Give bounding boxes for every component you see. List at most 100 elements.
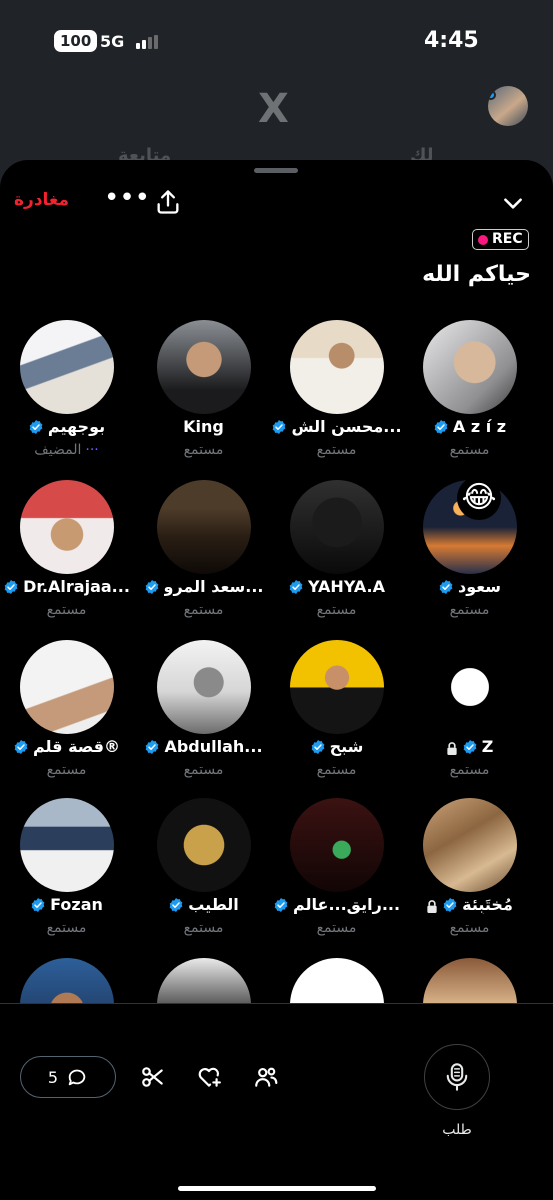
- leave-button[interactable]: مغادرة: [14, 190, 69, 210]
- participant-name: YAHYA.A: [307, 577, 386, 596]
- participant-card[interactable]: 😂 سعود مستمع: [403, 476, 536, 640]
- participant-name: شبح: [329, 737, 364, 756]
- avatar[interactable]: [157, 798, 251, 892]
- avatar[interactable]: م: [290, 958, 384, 1003]
- participant-role: مستمع: [137, 602, 270, 618]
- participant-name: سعود: [457, 577, 501, 596]
- request-label: طلب: [442, 1122, 472, 1138]
- comments-count: 5: [47, 1067, 59, 1087]
- participant-card[interactable]: سعد المرو... مستمع: [137, 480, 270, 640]
- status-bar: 100 5G 4:45: [0, 0, 553, 80]
- role-text: المضيف: [34, 442, 82, 458]
- verified-badge-icon: [462, 739, 478, 755]
- verified-badge-icon: [28, 419, 44, 435]
- verified-badge-icon: [168, 897, 184, 913]
- participant-role: مستمع: [403, 442, 536, 458]
- participant-name: Dr.Alrajaa...: [23, 577, 130, 596]
- participant-name: قصة قلم®: [32, 737, 121, 756]
- comment-icon: [68, 1069, 86, 1086]
- avatar[interactable]: [20, 320, 114, 414]
- participant-role: مستمع: [0, 920, 133, 936]
- heart-plus-icon[interactable]: [196, 1064, 222, 1090]
- profile-avatar[interactable]: [488, 86, 528, 126]
- avatar[interactable]: [20, 480, 114, 574]
- microphone-icon: [446, 1063, 468, 1091]
- role-text: مستمع: [316, 602, 357, 618]
- sheet-grabber[interactable]: [254, 168, 298, 173]
- participant-card[interactable]: A z í z مستمع: [403, 320, 536, 480]
- participant-card[interactable]: Z مستمع: [403, 640, 536, 800]
- comments-button[interactable]: 5: [20, 1056, 116, 1098]
- participant-name-row: King: [137, 417, 270, 436]
- participant-card[interactable]: رايق...عالم... مستمع: [270, 798, 403, 958]
- avatar[interactable]: [423, 640, 517, 734]
- avatar[interactable]: [157, 640, 251, 734]
- participants-grid: A z í z مستمع محسن الش... مستمع King مستمع بوج…: [0, 320, 553, 1003]
- more-icon[interactable]: •••: [104, 185, 150, 216]
- avatar[interactable]: [20, 798, 114, 892]
- participant-role: مستمع: [403, 762, 536, 778]
- avatar[interactable]: [423, 798, 517, 892]
- network-label: 5G: [100, 32, 125, 51]
- role-text: مستمع: [316, 762, 357, 778]
- avatar[interactable]: [423, 320, 517, 414]
- role-text: مستمع: [449, 602, 490, 618]
- space-title: حياكم الله: [422, 262, 531, 287]
- x-logo-icon: X: [258, 86, 289, 132]
- participant-name-row: Fozan: [0, 895, 133, 914]
- participant-card[interactable]: قصة قلم® مستمع: [0, 640, 133, 800]
- participant-card[interactable]: شبح مستمع: [270, 640, 403, 800]
- participant-card[interactable]: YAHYA.A مستمع: [270, 480, 403, 640]
- verified-badge-icon: [144, 739, 160, 755]
- participant-card[interactable]: [137, 958, 270, 1003]
- verified-badge-icon: [144, 579, 160, 595]
- verified-badge-icon: [442, 897, 458, 913]
- participant-name: رايق...عالم...: [292, 895, 401, 914]
- role-text: مستمع: [316, 920, 357, 936]
- participant-name: الطيب: [188, 895, 239, 914]
- role-text: مستمع: [183, 442, 224, 458]
- scissors-icon[interactable]: [140, 1064, 166, 1090]
- participant-card[interactable]: [403, 958, 536, 1003]
- chevron-down-icon[interactable]: [500, 190, 526, 216]
- avatar[interactable]: [20, 958, 114, 1003]
- participant-role: مستمع: [403, 602, 536, 618]
- participant-card[interactable]: مُختَبِئة مستمع: [403, 798, 536, 958]
- avatar[interactable]: [423, 958, 517, 1003]
- avatar[interactable]: [157, 320, 251, 414]
- lock-icon: [446, 740, 458, 755]
- role-text: مستمع: [183, 762, 224, 778]
- verified-badge-icon: [271, 419, 287, 435]
- participant-role: مستمع: [137, 920, 270, 936]
- participant-card[interactable]: Fozan مستمع: [0, 798, 133, 958]
- verified-badge-icon: [30, 897, 46, 913]
- role-text: مستمع: [183, 602, 224, 618]
- request-to-speak-button[interactable]: [424, 1044, 490, 1110]
- role-text: مستمع: [449, 762, 490, 778]
- participant-name-row: A z í z: [403, 417, 536, 436]
- home-indicator: [178, 1186, 376, 1191]
- avatar[interactable]: [157, 480, 251, 574]
- participant-role: مستمع: [270, 762, 403, 778]
- avatar[interactable]: [20, 640, 114, 734]
- participant-card[interactable]: [0, 958, 133, 1003]
- avatar[interactable]: [157, 958, 251, 1003]
- participant-name-row: بوجهيم: [0, 417, 133, 436]
- people-icon[interactable]: [253, 1064, 279, 1090]
- participant-card[interactable]: بوجهيم المضيف ···: [0, 320, 133, 480]
- participant-card[interactable]: Abdullah... مستمع: [137, 640, 270, 800]
- participant-card[interactable]: Dr.Alrajaa... مستمع: [0, 480, 133, 640]
- participant-card[interactable]: الطيب مستمع: [137, 798, 270, 958]
- recording-label: REC: [492, 231, 523, 247]
- role-text: مستمع: [46, 920, 87, 936]
- avatar[interactable]: [290, 640, 384, 734]
- role-text: مستمع: [46, 762, 87, 778]
- share-icon[interactable]: [154, 188, 182, 216]
- participant-card[interactable]: King مستمع: [137, 320, 270, 480]
- avatar[interactable]: [290, 320, 384, 414]
- avatar[interactable]: [290, 798, 384, 892]
- participant-card[interactable]: م: [270, 958, 403, 1003]
- avatar[interactable]: [290, 480, 384, 574]
- participant-name-row: رايق...عالم...: [270, 895, 403, 914]
- participant-card[interactable]: محسن الش... مستمع: [270, 320, 403, 480]
